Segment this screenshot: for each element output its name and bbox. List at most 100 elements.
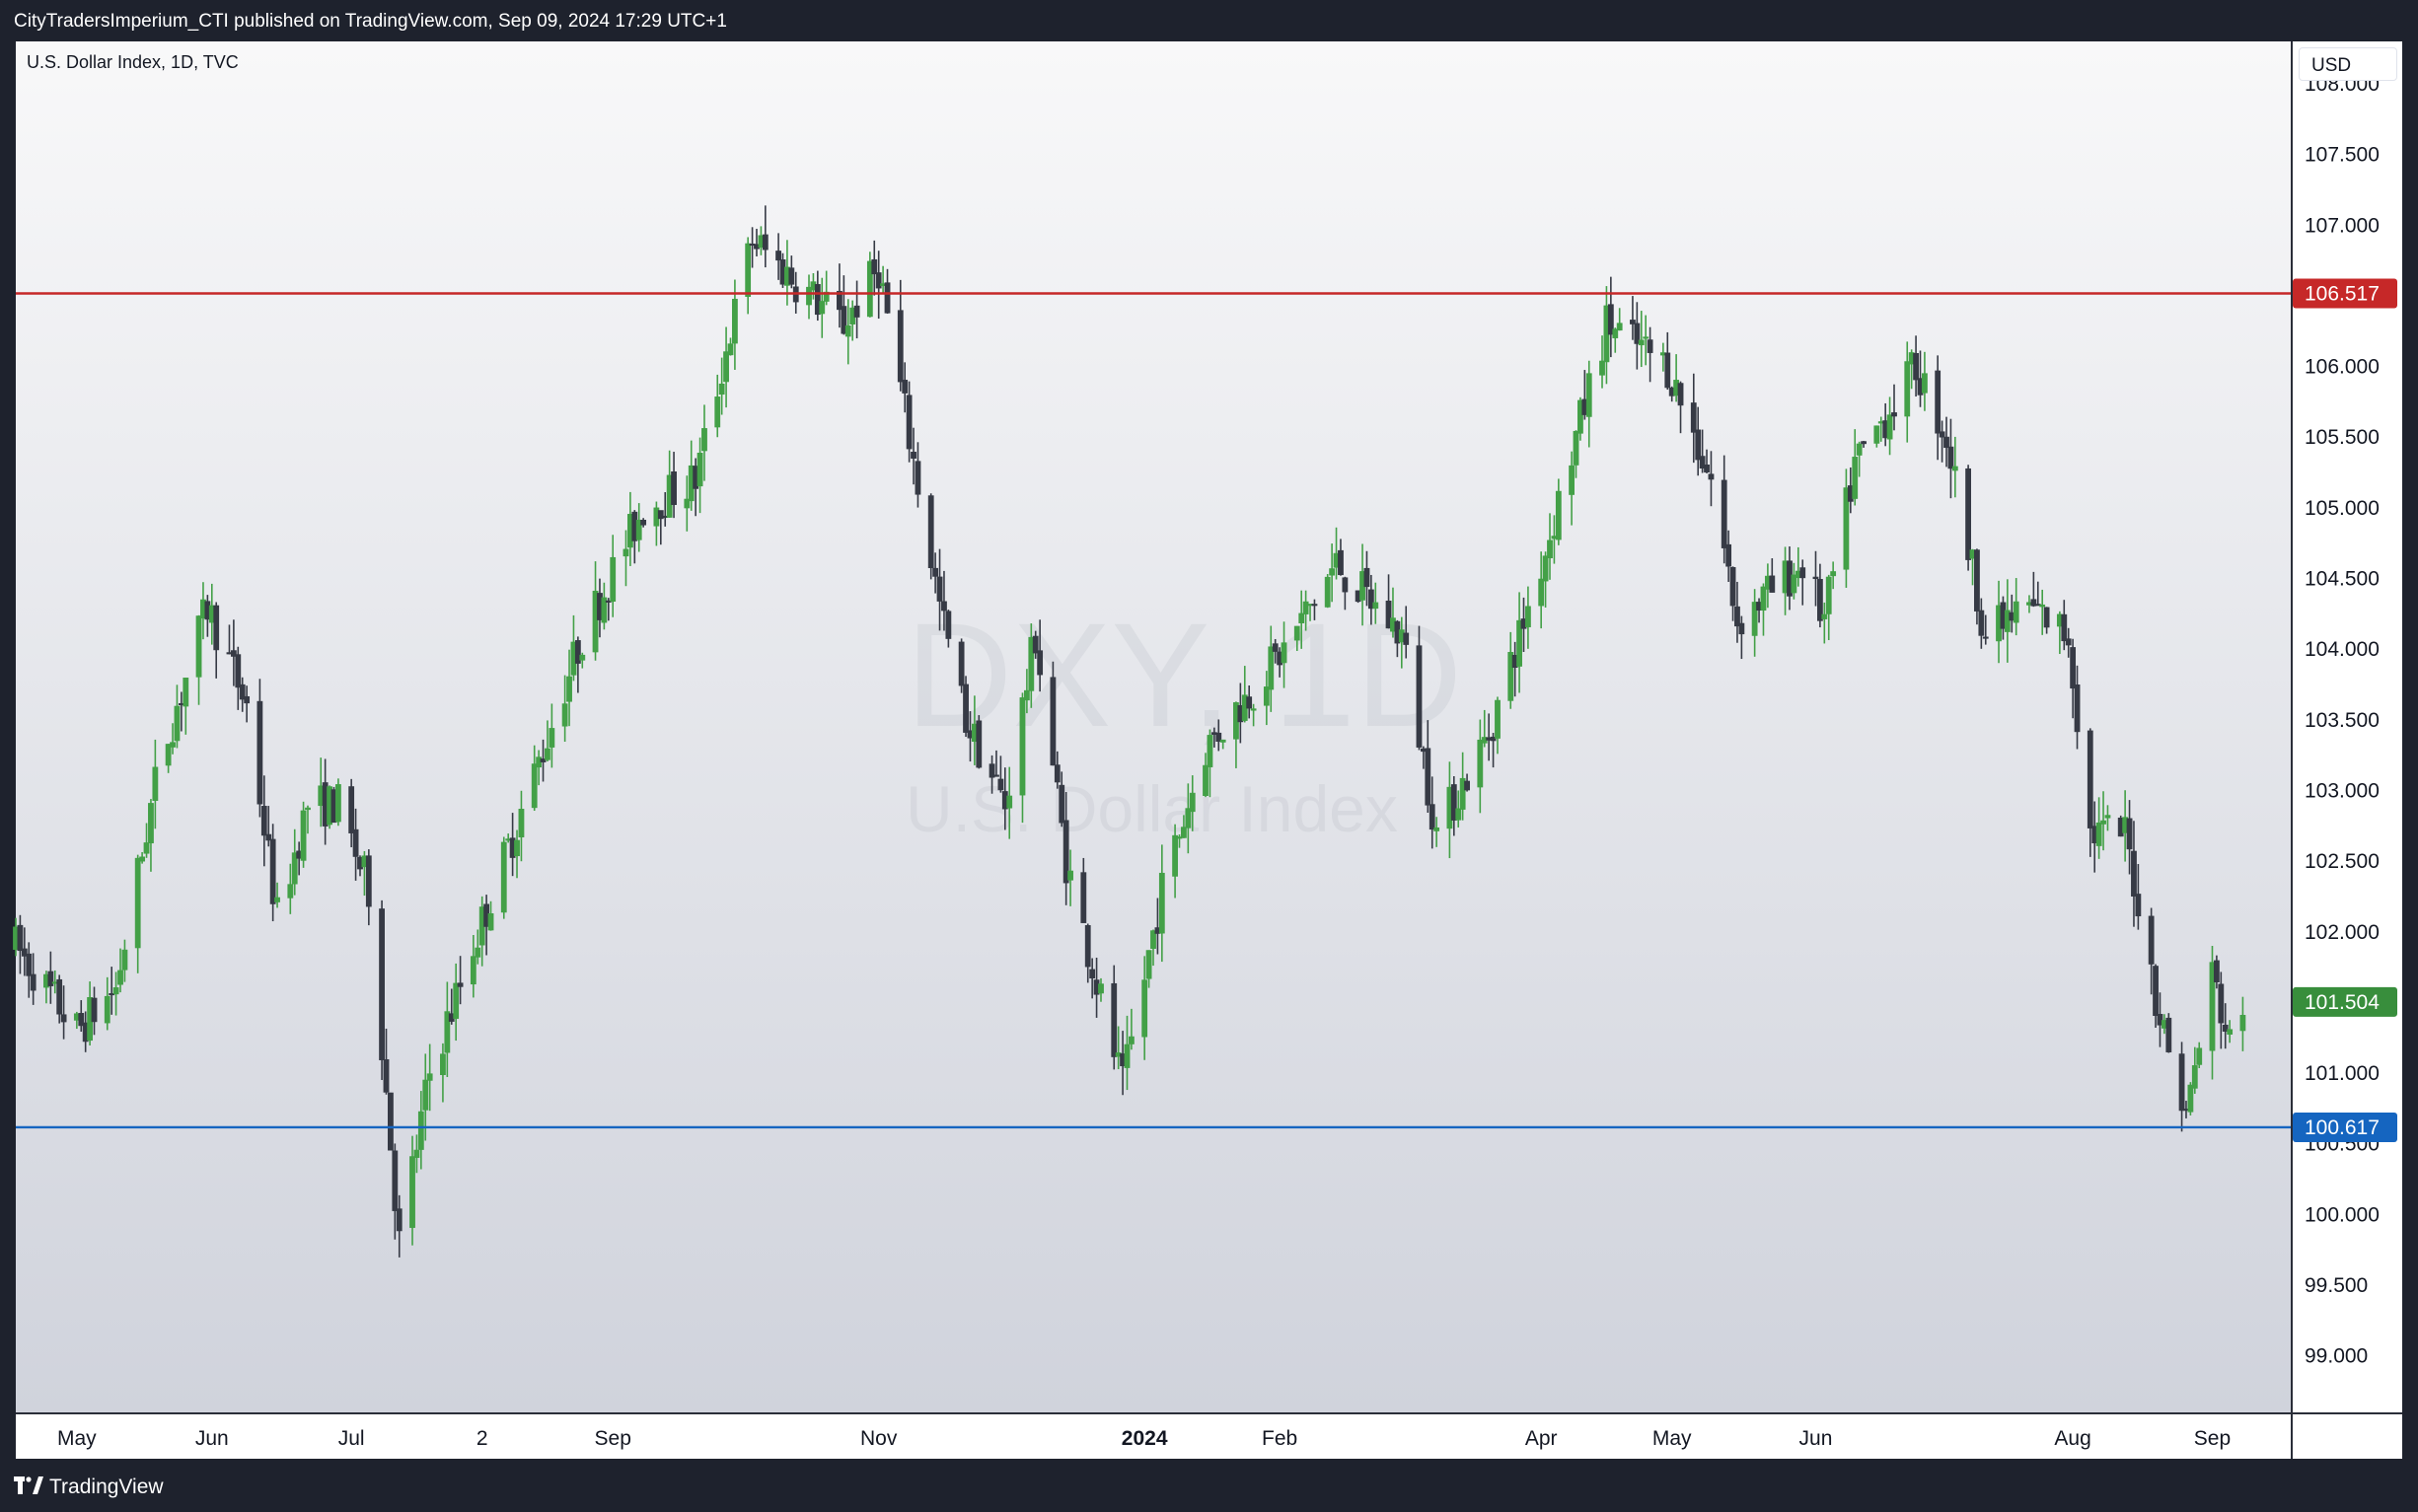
candle — [945, 610, 952, 648]
candle-body — [1725, 543, 1732, 567]
price-tick-label: 99.000 — [2305, 1345, 2368, 1368]
candle-body — [2214, 960, 2220, 982]
candle-body — [1760, 586, 1767, 612]
candle-body — [500, 841, 507, 913]
currency-button[interactable]: USD — [2299, 47, 2397, 81]
time-tick-label: 2024 — [1122, 1427, 1168, 1450]
candle — [1951, 436, 1958, 498]
candle-body — [148, 803, 154, 844]
candle — [1037, 619, 1044, 692]
candle-body — [383, 1058, 390, 1093]
candle-body — [1464, 780, 1470, 791]
candle-body — [91, 997, 98, 1023]
candle — [1481, 709, 1488, 748]
candle-body — [1638, 339, 1645, 346]
candle — [1338, 539, 1344, 576]
candle-body — [531, 763, 538, 809]
candle-body — [1982, 636, 1989, 639]
resistance-price-label: 106.517 — [2293, 278, 2397, 309]
candle — [1158, 844, 1165, 963]
candle-body — [561, 703, 568, 727]
candle-body — [1272, 643, 1279, 652]
price-tick-label: 102.000 — [2305, 921, 2380, 944]
candle-body — [1542, 555, 1549, 582]
candle — [2004, 579, 2011, 663]
candle-body — [762, 234, 769, 251]
candle — [2227, 1020, 2234, 1044]
candle-body — [1704, 464, 1710, 473]
candle-body — [701, 428, 707, 452]
candle-body — [1695, 429, 1702, 461]
candle-body — [640, 519, 647, 526]
candle — [1311, 599, 1318, 620]
candle — [1241, 666, 1248, 723]
candle-body — [2227, 1029, 2234, 1035]
candle-body — [1555, 490, 1562, 540]
candle — [531, 745, 538, 812]
candle-body — [269, 838, 276, 904]
candle-body — [1825, 576, 1832, 614]
candle-body — [60, 1014, 67, 1023]
candle-body — [610, 556, 617, 603]
candle-body — [305, 807, 311, 811]
candle-body — [1852, 457, 1859, 499]
candle — [1219, 739, 1226, 750]
candle-body — [1647, 339, 1653, 353]
candle — [1372, 582, 1379, 624]
candle-body — [1830, 571, 1837, 577]
candle-body — [1799, 567, 1806, 579]
candle-body — [487, 913, 494, 931]
candle-body — [911, 452, 916, 460]
candle-body — [915, 461, 921, 495]
candle-body — [2061, 613, 2068, 642]
candle — [1019, 692, 1026, 824]
candle-body — [745, 243, 752, 297]
time-tick-label: Jun — [1799, 1427, 1833, 1450]
candle-body — [1538, 578, 1545, 607]
candle — [1612, 327, 1619, 353]
candle-body — [545, 748, 550, 760]
candle-body — [1124, 1044, 1131, 1068]
time-tick-label: Sep — [2194, 1427, 2231, 1450]
candle-body — [853, 305, 860, 318]
candle — [17, 914, 24, 974]
candle — [1281, 621, 1287, 688]
candle-body — [1338, 549, 1344, 576]
candle — [906, 381, 913, 463]
candle — [806, 274, 812, 320]
candle — [300, 801, 307, 868]
candles-layer — [13, 205, 2246, 1258]
candle-body — [1019, 697, 1026, 796]
candle-body — [844, 324, 851, 337]
candle-body — [17, 924, 24, 952]
candle — [1507, 631, 1514, 709]
candle-body — [714, 396, 721, 428]
candle-body — [1585, 373, 1592, 417]
price-tick-label: 99.500 — [2305, 1274, 2368, 1297]
candle — [1616, 308, 1623, 331]
candle — [2043, 607, 2050, 634]
candle — [1634, 302, 1641, 370]
candle-body — [788, 267, 795, 285]
candle-body — [997, 778, 1004, 791]
candle — [1425, 720, 1431, 814]
symbol-legend[interactable]: U.S. Dollar Index, 1D, TVC — [27, 52, 239, 73]
candle-body — [413, 1149, 420, 1158]
candle-body — [26, 953, 33, 976]
price-tick-label: 103.000 — [2305, 779, 2380, 802]
candle — [365, 849, 372, 926]
candle-body — [1939, 431, 1945, 438]
candle-body — [671, 471, 677, 505]
candle-body — [1904, 361, 1911, 417]
candle — [635, 503, 642, 552]
candle — [788, 255, 795, 289]
candle — [1769, 558, 1776, 593]
candlestick-chart[interactable]: 99.00099.500100.000100.500101.000101.500… — [0, 0, 2418, 1512]
candle-body — [1738, 622, 1745, 635]
candle — [500, 836, 507, 919]
candle-body — [112, 987, 119, 995]
price-tick-label: 105.000 — [2305, 497, 2380, 520]
candle-body — [1363, 567, 1370, 588]
price-tick-label: 102.500 — [2305, 850, 2380, 873]
time-tick-labels: May Jun Jul 2 Sep Nov 2024 Feb Apr May Jun Aug Sep — [57, 1427, 2231, 1450]
